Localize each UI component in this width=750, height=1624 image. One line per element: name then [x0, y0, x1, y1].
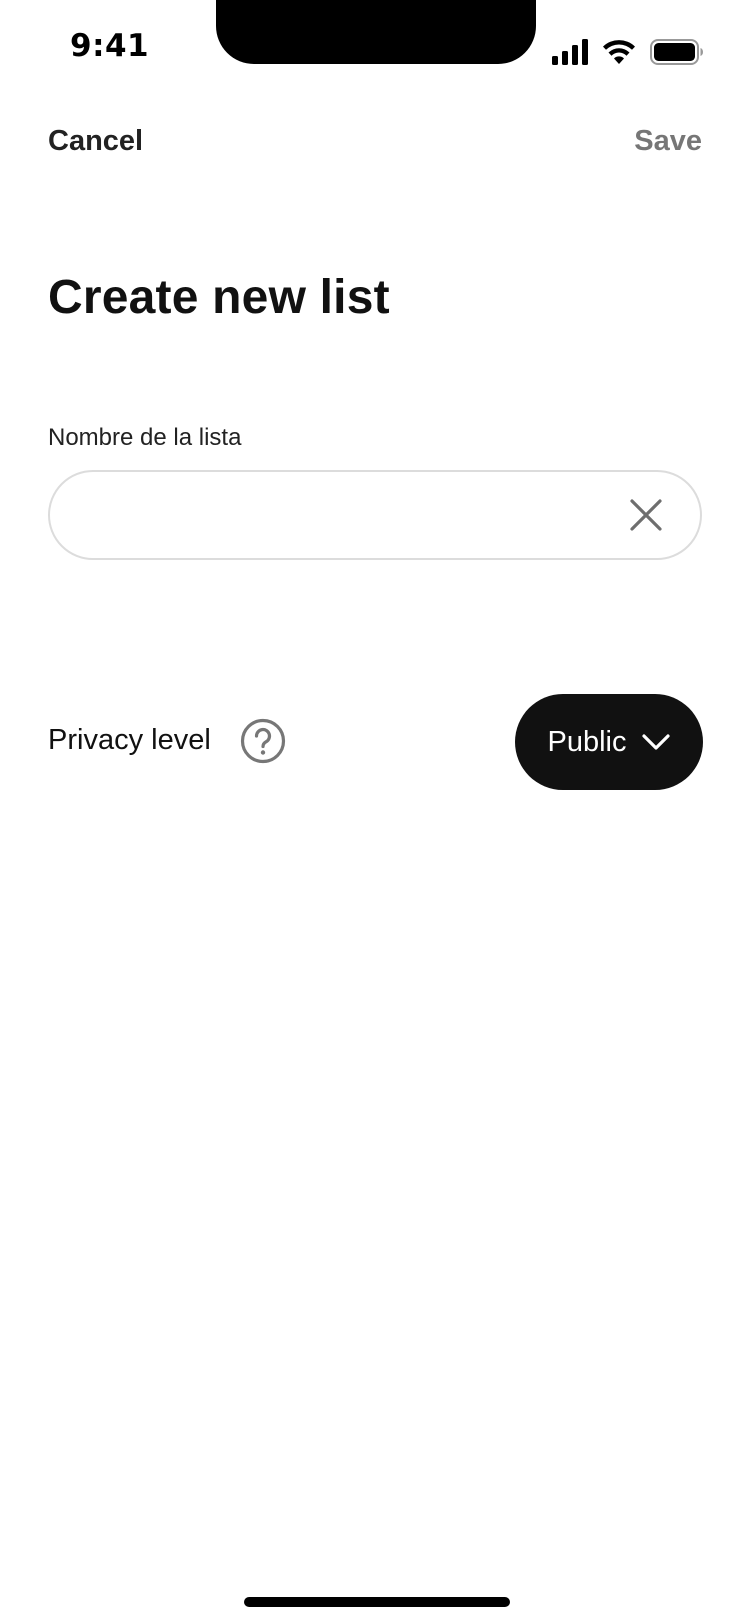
- list-name-field-container: [48, 470, 702, 560]
- close-icon: [630, 499, 662, 531]
- privacy-level-label: Privacy level: [48, 724, 211, 756]
- chevron-down-icon: [641, 734, 670, 750]
- battery-icon: [650, 39, 703, 65]
- question-circle-icon[interactable]: [240, 718, 286, 764]
- cellular-signal-icon: [552, 39, 588, 65]
- cancel-button[interactable]: Cancel: [48, 125, 143, 158]
- wifi-icon: [603, 40, 635, 64]
- save-button[interactable]: Save: [634, 125, 702, 158]
- list-name-label: Nombre de la lista: [48, 424, 242, 451]
- list-name-input[interactable]: [50, 472, 616, 558]
- status-bar: 9:41: [0, 0, 750, 100]
- page-title: Create new list: [48, 271, 390, 324]
- privacy-selected-value: Public: [547, 725, 627, 758]
- status-time: 9:41: [70, 28, 150, 64]
- privacy-dropdown-button[interactable]: Public: [515, 694, 703, 790]
- home-indicator: [244, 1597, 510, 1607]
- status-icons: [552, 36, 704, 68]
- device-notch: [216, 0, 536, 64]
- clear-input-button[interactable]: [616, 485, 676, 545]
